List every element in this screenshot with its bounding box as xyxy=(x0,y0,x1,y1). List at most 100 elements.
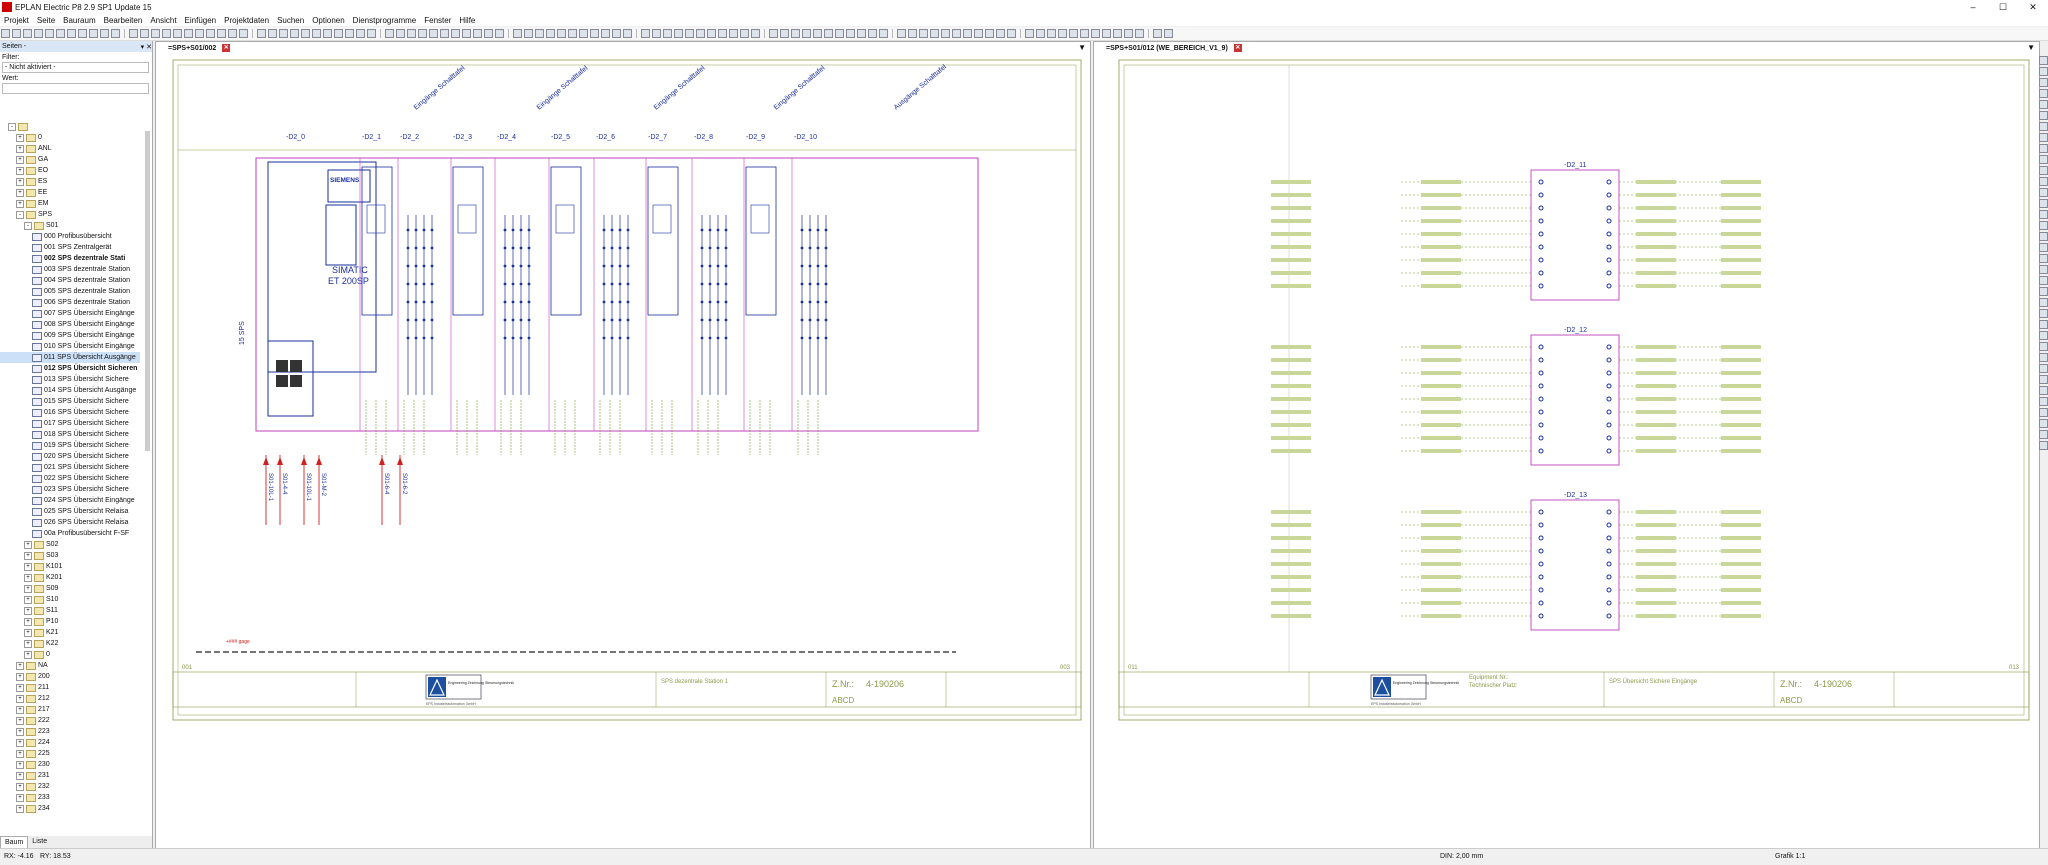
toolbar-button-icon[interactable] xyxy=(323,29,332,38)
vertical-toolbar-button-icon[interactable] xyxy=(2039,89,2048,98)
vertical-toolbar-button-icon[interactable] xyxy=(2039,111,2048,120)
tree-item[interactable]: 006 SPS dezentrale Station xyxy=(0,297,140,308)
toolbar-button-icon[interactable] xyxy=(1036,29,1045,38)
toolbar-button-icon[interactable] xyxy=(1102,29,1111,38)
tree-item[interactable]: 010 SPS Übersicht Eingänge xyxy=(0,341,140,352)
toolbar-button-icon[interactable] xyxy=(279,29,288,38)
tree-item[interactable]: + GA xyxy=(0,154,140,165)
vertical-toolbar-button-icon[interactable] xyxy=(2039,144,2048,153)
tree-item[interactable]: 025 SPS Übersicht Relaisa xyxy=(0,506,140,517)
toolbar-button-icon[interactable] xyxy=(751,29,760,38)
vertical-toolbar-button-icon[interactable] xyxy=(2039,243,2048,252)
tab-liste[interactable]: Liste xyxy=(28,836,51,848)
toolbar-button-icon[interactable] xyxy=(100,29,109,38)
tree-item[interactable]: + NA xyxy=(0,660,140,671)
toolbar-button-icon[interactable] xyxy=(802,29,811,38)
tree-item[interactable]: +225 xyxy=(0,748,140,759)
tree-item[interactable]: +231 xyxy=(0,770,140,781)
expand-icon[interactable]: + xyxy=(16,155,24,164)
filter-select[interactable]: - Nicht aktiviert - xyxy=(2,62,149,73)
toolbar-button-icon[interactable] xyxy=(257,29,266,38)
expand-icon[interactable]: + xyxy=(16,661,24,670)
toolbar-button-icon[interactable] xyxy=(173,29,182,38)
expand-icon[interactable]: + xyxy=(16,749,24,758)
vertical-toolbar-button-icon[interactable] xyxy=(2039,298,2048,307)
schematic-sheet-left[interactable]: SIEMENS SIMATIC ET 200SP 15 SPS -D2_0 -D2… xyxy=(156,55,1090,848)
tree-item[interactable]: 026 SPS Übersicht Relaisa xyxy=(0,517,140,528)
tree-item[interactable]: +223 xyxy=(0,726,140,737)
toolbar-button-icon[interactable] xyxy=(1135,29,1144,38)
toolbar-button-icon[interactable] xyxy=(473,29,482,38)
menu-einfuegen[interactable]: Einfügen xyxy=(181,16,221,25)
vertical-toolbar-button-icon[interactable] xyxy=(2039,199,2048,208)
expand-icon[interactable]: + xyxy=(24,573,32,582)
expand-icon[interactable]: + xyxy=(24,562,32,571)
tree-item[interactable]: 00a Profibusübersicht F-SF xyxy=(0,528,140,539)
tree-item[interactable]: 000 Profibusübersicht xyxy=(0,231,140,242)
toolbar-button-icon[interactable] xyxy=(1091,29,1100,38)
toolbar-button-icon[interactable] xyxy=(780,29,789,38)
vertical-toolbar-button-icon[interactable] xyxy=(2039,342,2048,351)
tree-scrollbar[interactable] xyxy=(145,131,150,451)
tree-item[interactable]: + S11 xyxy=(0,605,140,616)
vertical-toolbar-button-icon[interactable] xyxy=(2039,254,2048,263)
vertical-toolbar-button-icon[interactable] xyxy=(2039,155,2048,164)
expand-icon[interactable]: + xyxy=(16,727,24,736)
tree-item[interactable]: + S02 xyxy=(0,539,140,550)
expand-icon[interactable]: + xyxy=(24,606,32,615)
toolbar-button-icon[interactable] xyxy=(868,29,877,38)
vertical-toolbar-button-icon[interactable] xyxy=(2039,166,2048,175)
toolbar-button-icon[interactable] xyxy=(846,29,855,38)
expand-icon[interactable]: + xyxy=(16,683,24,692)
toolbar-button-icon[interactable] xyxy=(129,29,138,38)
tree-item[interactable]: +230 xyxy=(0,759,140,770)
tree-item[interactable]: 014 SPS Übersicht Ausgänge xyxy=(0,385,140,396)
tree-item[interactable]: 021 SPS Übersicht Sichere xyxy=(0,462,140,473)
expand-icon[interactable]: - xyxy=(16,210,24,219)
tree-item[interactable]: 020 SPS Übersicht Sichere xyxy=(0,451,140,462)
expand-icon[interactable]: + xyxy=(16,804,24,813)
menu-bearbeiten[interactable]: Bearbeiten xyxy=(100,16,147,25)
expand-icon[interactable]: + xyxy=(24,639,32,648)
toolbar-button-icon[interactable] xyxy=(301,29,310,38)
toolbar-button-icon[interactable] xyxy=(535,29,544,38)
toolbar-button-icon[interactable] xyxy=(268,29,277,38)
toolbar-button-icon[interactable] xyxy=(740,29,749,38)
vertical-toolbar-button-icon[interactable] xyxy=(2039,276,2048,285)
toolbar-button-icon[interactable] xyxy=(385,29,394,38)
toolbar-button-icon[interactable] xyxy=(813,29,822,38)
expand-icon[interactable]: + xyxy=(16,672,24,681)
toolbar-button-icon[interactable] xyxy=(1,29,10,38)
vertical-toolbar-button-icon[interactable] xyxy=(2039,232,2048,241)
tab-baum[interactable]: Baum xyxy=(0,836,29,848)
vertical-toolbar-button-icon[interactable] xyxy=(2039,408,2048,417)
expand-icon[interactable]: + xyxy=(16,782,24,791)
toolbar-button-icon[interactable] xyxy=(963,29,972,38)
vertical-toolbar-button-icon[interactable] xyxy=(2039,67,2048,76)
vertical-toolbar-button-icon[interactable] xyxy=(2039,210,2048,219)
toolbar-button-icon[interactable] xyxy=(641,29,650,38)
tree-item[interactable]: + S03 xyxy=(0,550,140,561)
vertical-toolbar-button-icon[interactable] xyxy=(2039,430,2048,439)
toolbar-button-icon[interactable] xyxy=(228,29,237,38)
tree-item[interactable]: +233 xyxy=(0,792,140,803)
expand-icon[interactable]: + xyxy=(16,199,24,208)
vertical-toolbar-button-icon[interactable] xyxy=(2039,375,2048,384)
expand-icon[interactable]: + xyxy=(16,694,24,703)
toolbar-button-icon[interactable] xyxy=(513,29,522,38)
vertical-toolbar-button-icon[interactable] xyxy=(2039,177,2048,186)
toolbar-button-icon[interactable] xyxy=(791,29,800,38)
toolbar-button-icon[interactable] xyxy=(707,29,716,38)
vertical-toolbar-button-icon[interactable] xyxy=(2039,331,2048,340)
menu-projekt[interactable]: Projekt xyxy=(0,16,33,25)
toolbar-button-icon[interactable] xyxy=(1080,29,1089,38)
toolbar-button-icon[interactable] xyxy=(729,29,738,38)
doc-tab-right[interactable]: =SPS+S01/012 (WE_BEREICH_V1_9) ✕ xyxy=(1102,42,1246,54)
expand-icon[interactable]: - xyxy=(24,221,32,230)
tree-item[interactable]: +211 xyxy=(0,682,140,693)
toolbar-button-icon[interactable] xyxy=(674,29,683,38)
vertical-toolbar-button-icon[interactable] xyxy=(2039,353,2048,362)
toolbar-button-icon[interactable] xyxy=(568,29,577,38)
expand-icon[interactable]: + xyxy=(24,584,32,593)
tree-item[interactable]: - S01 xyxy=(0,220,140,231)
